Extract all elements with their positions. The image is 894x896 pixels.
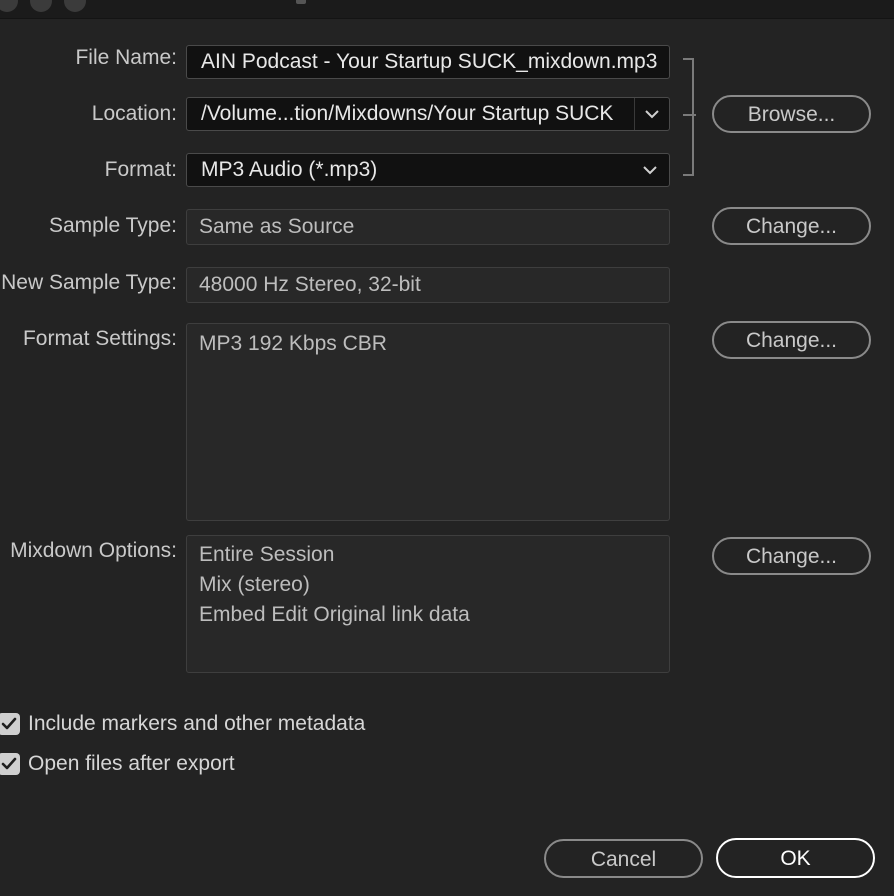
ok-button[interactable]: OK bbox=[716, 838, 875, 878]
open-files-label: Open files after export bbox=[28, 752, 235, 775]
sample-type-value: Same as Source bbox=[186, 209, 670, 245]
zoom-window-icon[interactable] bbox=[64, 0, 86, 12]
minimize-window-icon[interactable] bbox=[30, 0, 52, 12]
format-label: Format: bbox=[104, 158, 177, 181]
window-title-fragment bbox=[296, 0, 306, 4]
export-dialog: File Name: AIN Podcast - Your Startup SU… bbox=[0, 0, 894, 896]
browse-button[interactable]: Browse... bbox=[712, 95, 871, 133]
format-settings-value: MP3 192 Kbps CBR bbox=[199, 332, 387, 355]
title-bar bbox=[0, 0, 894, 19]
change-mixdown-options-button[interactable]: Change... bbox=[712, 537, 871, 575]
change-sample-type-button[interactable]: Change... bbox=[712, 207, 871, 245]
format-select[interactable]: MP3 Audio (*.mp3) bbox=[186, 153, 670, 187]
sample-type-label: Sample Type: bbox=[48, 214, 177, 237]
open-files-checkbox[interactable] bbox=[0, 753, 20, 775]
cancel-button[interactable]: Cancel bbox=[544, 839, 703, 878]
checkmark-icon bbox=[1, 757, 17, 770]
mixdown-option-line: Embed Edit Original link data bbox=[199, 603, 470, 626]
open-files-row[interactable]: Open files after export bbox=[0, 750, 235, 778]
location-value: /Volume...tion/Mixdowns/Your Startup SUC… bbox=[201, 102, 614, 125]
include-markers-checkbox[interactable] bbox=[0, 713, 20, 735]
chevron-down-icon[interactable] bbox=[637, 154, 663, 186]
checkmark-icon bbox=[1, 717, 17, 730]
new-sample-type-label: New Sample Type: bbox=[1, 271, 177, 294]
chevron-down-icon[interactable] bbox=[634, 98, 669, 130]
format-settings-label: Format Settings: bbox=[22, 327, 177, 350]
mixdown-options-box: Entire Session Mix (stereo) Embed Edit O… bbox=[186, 535, 670, 673]
include-markers-row[interactable]: Include markers and other metadata bbox=[0, 710, 365, 738]
mixdown-option-line: Mix (stereo) bbox=[199, 573, 310, 596]
format-value: MP3 Audio (*.mp3) bbox=[201, 158, 378, 181]
file-name-input[interactable]: AIN Podcast - Your Startup SUCK_mixdown.… bbox=[186, 45, 670, 79]
change-format-settings-button[interactable]: Change... bbox=[712, 321, 871, 359]
location-select[interactable]: /Volume...tion/Mixdowns/Your Startup SUC… bbox=[186, 97, 670, 131]
format-settings-box: MP3 192 Kbps CBR bbox=[186, 323, 670, 521]
close-window-icon[interactable] bbox=[0, 0, 18, 12]
new-sample-type-value: 48000 Hz Stereo, 32-bit bbox=[186, 267, 670, 303]
location-label: Location: bbox=[91, 102, 177, 125]
include-markers-label: Include markers and other metadata bbox=[28, 712, 366, 735]
mixdown-option-line: Entire Session bbox=[199, 543, 335, 566]
mixdown-options-label: Mixdown Options: bbox=[10, 539, 177, 562]
group-bracket-tick bbox=[683, 114, 696, 116]
file-name-label: File Name: bbox=[75, 46, 177, 69]
group-bracket bbox=[683, 58, 694, 176]
